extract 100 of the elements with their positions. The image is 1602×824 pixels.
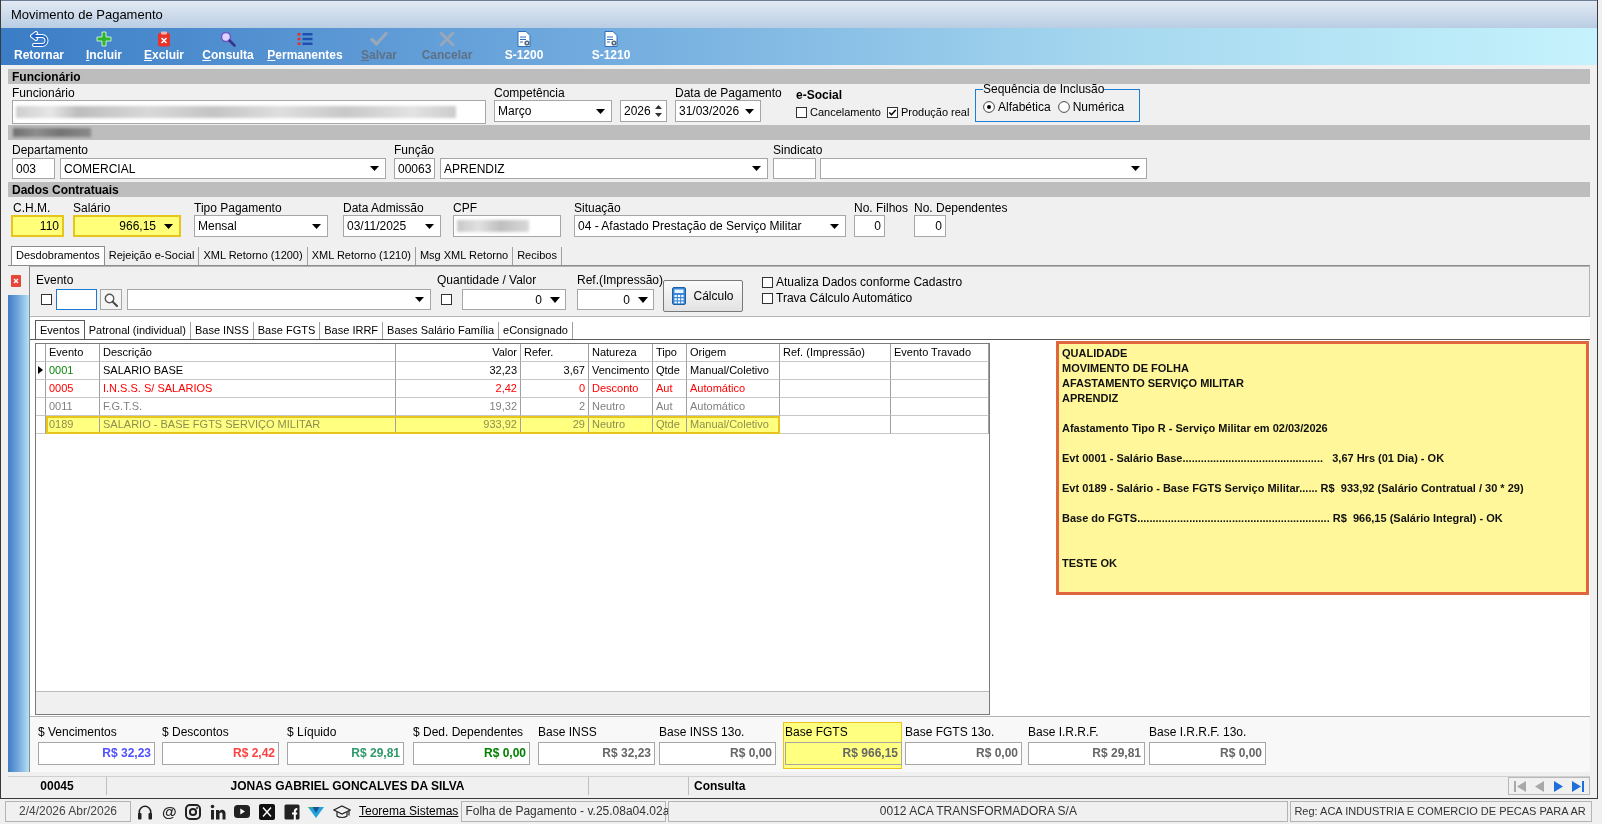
total-field: R$ 2,42 [162, 742, 279, 766]
table-cell: 933,92 [396, 415, 521, 434]
tab[interactable]: Desdobramentos [11, 246, 105, 265]
table-cell: SALARIO - BASE FGTS SERVIÇO MILITAR [100, 415, 396, 434]
table-cell: Qtde [653, 361, 687, 380]
mode-label: Consulta [693, 778, 747, 795]
column-header[interactable]: Evento Travado [891, 343, 989, 362]
radio-label[interactable]: Numérica [1072, 100, 1125, 114]
amount-dropdown[interactable]: 966,15 [73, 215, 181, 237]
column-header[interactable]: Refer. [521, 343, 589, 362]
quantity-dropdown[interactable]: 0 [462, 289, 566, 310]
event-code-field[interactable] [56, 289, 97, 310]
column-header[interactable]: Natureza [589, 343, 653, 362]
select-dropdown[interactable]: Mensal [194, 215, 328, 237]
number-field[interactable]: 110 [11, 215, 64, 237]
caret-down-icon [596, 108, 605, 114]
column-header[interactable]: Valor [396, 343, 521, 362]
camera-logo-icon[interactable] [185, 803, 202, 820]
code-field[interactable]: 00063 [394, 158, 435, 179]
select-dropdown[interactable]: 03/11/2025 [343, 215, 441, 237]
tab[interactable]: Base FGTS [253, 321, 321, 339]
checkbox-label[interactable]: Trava Cálculo Automático [776, 291, 913, 305]
calculate-button[interactable]: Cálculo [663, 280, 743, 312]
column-header[interactable]: Evento [46, 343, 100, 362]
field-label: Salário [73, 201, 112, 215]
toolbar-button[interactable]: Retornar [5, 28, 73, 65]
field-label: Evento [36, 273, 75, 287]
x-logo-icon[interactable] [258, 803, 275, 820]
redacted-field[interactable] [453, 215, 561, 237]
column-header[interactable]: Tipo [653, 343, 687, 362]
tab[interactable]: Base IRRF [320, 321, 384, 339]
month-dropdown[interactable]: Março [494, 100, 612, 122]
graduation-cap-icon[interactable] [332, 804, 351, 819]
toolbar-button[interactable]: Excluir [135, 28, 193, 65]
table-cell: 32,23 [396, 361, 521, 380]
collapsed-side-panel[interactable] [8, 295, 29, 772]
radio-button[interactable] [983, 101, 995, 113]
number-field[interactable]: 0 [914, 215, 946, 237]
code-field[interactable] [773, 158, 816, 179]
caret-down-icon [425, 223, 434, 229]
close-icon[interactable] [11, 275, 21, 287]
caret-down-icon [370, 166, 379, 171]
reference-dropdown[interactable]: 0 [577, 289, 654, 310]
radio-button[interactable] [1057, 101, 1070, 113]
code-field[interactable]: 003 [12, 158, 55, 179]
facebook-logo-icon[interactable] [283, 803, 300, 820]
year-spinner[interactable]: 2026 [620, 100, 667, 122]
toolbar-button[interactable]: Incluir [73, 28, 135, 65]
website-link[interactable]: Teorema Sistemas [359, 801, 459, 822]
u-turn-arrow-icon [29, 31, 49, 47]
employee-code: 00045 [8, 777, 107, 795]
field-label: Tipo Pagamento [194, 201, 283, 215]
department-dropdown[interactable]: COMERCIAL [60, 158, 386, 179]
email-link[interactable]: @ [161, 803, 177, 820]
checkbox-label[interactable]: Atualiza Dados conforme Cadastro [776, 275, 963, 289]
tab[interactable]: Patronal (individual) [84, 321, 191, 339]
table-row[interactable]: 0001 SALARIO BASE 32,23 3,67 Vencimento Qtde Manual/Coletivo [36, 361, 989, 380]
number-field[interactable]: 0 [854, 215, 885, 237]
headset-icon[interactable] [137, 803, 154, 820]
total-label: Base INSS [538, 725, 598, 740]
linkedin-logo-icon[interactable] [209, 803, 226, 820]
radio-label[interactable]: Alfabética [998, 100, 1051, 114]
checkbox-label[interactable]: Produção real [900, 106, 970, 118]
calculator-icon [672, 287, 687, 305]
total-field: R$ 29,81 [1028, 742, 1145, 766]
triangle-logo-icon[interactable] [308, 805, 325, 818]
date-dropdown[interactable]: 31/03/2026 [675, 100, 761, 122]
search-button[interactable] [100, 289, 122, 310]
play-button-icon[interactable] [234, 805, 251, 818]
column-header[interactable]: Ref. (Impressão) [780, 343, 891, 362]
section-title: Funcionário [12, 69, 81, 84]
tab[interactable]: Base INSS [190, 321, 254, 339]
column-header[interactable]: Descrição [100, 343, 396, 362]
column-header[interactable]: Origem [687, 343, 780, 362]
role-dropdown[interactable]: APRENDIZ [440, 158, 768, 179]
checkbox[interactable] [41, 294, 52, 305]
table-cell: Aut [653, 397, 687, 416]
checkbox-label[interactable]: Cancelamento [810, 106, 881, 118]
total-label: $ Vencimentos [38, 725, 118, 740]
check-icon [370, 31, 388, 47]
checkbox[interactable] [441, 294, 452, 305]
field-label: CPF [453, 201, 478, 215]
registry-text: Reg: ACA INDUSTRIA E COMERCIO DE PECAS PARA AR [1290, 801, 1593, 822]
field-label: Funcionário [12, 86, 76, 100]
next-record-icon[interactable] [1553, 780, 1563, 792]
checkbox[interactable] [796, 106, 807, 118]
table-row[interactable]: 0011 F.G.T.S. 19,32 2 Neutro Aut Automático [36, 397, 989, 416]
select-dropdown[interactable]: 04 - Afastado Prestação de Serviço Militar [574, 215, 846, 237]
horizontal-scrollbar[interactable] [36, 690, 989, 714]
employee-field[interactable] [12, 100, 486, 124]
tab[interactable]: Eventos [35, 319, 85, 339]
checkbox[interactable] [886, 106, 898, 118]
tab[interactable]: Bases Salário Família [383, 321, 500, 339]
field-label: Função [394, 143, 436, 157]
table-cell: Qtde [653, 415, 687, 434]
last-record-icon[interactable] [1572, 780, 1585, 792]
table-row[interactable]: 0005 I.N.S.S. S/ SALARIOS 2,42 0 Desconto Aut Automático [36, 379, 989, 398]
tab[interactable]: eConsignado [499, 321, 573, 339]
checkbox[interactable] [762, 276, 773, 288]
checkbox[interactable] [762, 292, 773, 304]
